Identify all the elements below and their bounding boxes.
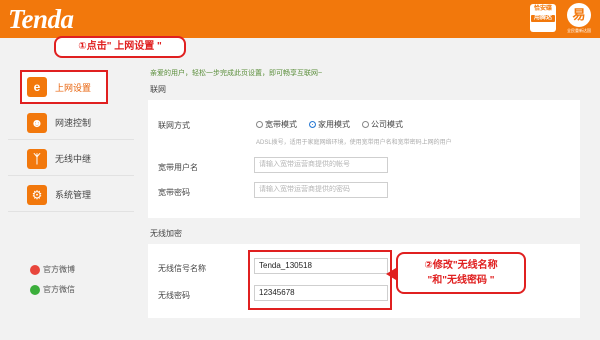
mode-label: 家用模式 — [318, 120, 350, 129]
step2-line2: "和"无线密码 " — [427, 275, 495, 286]
conn-mode-radio-group: 宽带模式 家用模式 公司模式 — [256, 119, 415, 130]
net-section-title: 联网 — [150, 85, 166, 94]
radio-dot — [256, 121, 263, 128]
mode-broadband-radio[interactable]: 宽带模式 — [256, 119, 297, 130]
wechat-icon — [30, 284, 40, 295]
mode-label: 宽带模式 — [265, 120, 297, 129]
wireless-pass-label: 无线密码 — [158, 291, 190, 300]
sidebar-item-internet-settings[interactable]: e 上网设置 — [20, 70, 108, 104]
weibo-icon — [30, 264, 40, 275]
intro-text: 亲爱的用户，轻松一步完成此页设置，即可畅享互联网~ — [150, 70, 323, 77]
conn-mode-label: 联网方式 — [158, 121, 190, 130]
broadband-pass-input[interactable]: 请输入宽带运营商提供的密码 — [254, 182, 388, 198]
sidebar-item-label: 网速控制 — [55, 118, 92, 128]
highlight-box — [248, 250, 392, 310]
mode-home-radio[interactable]: 家用模式 — [309, 119, 350, 130]
wireless-section-title: 无线加密 — [150, 229, 182, 238]
sidebar-item-system-management[interactable]: ⚙ 系统管理 — [8, 178, 134, 212]
broadband-user-input[interactable]: 请输入宽带运营商提供的帐号 — [254, 157, 388, 173]
step2-arrow — [386, 268, 396, 280]
step1-callout: ①点击" 上网设置 " — [54, 36, 186, 58]
wechat-label: 官方微信 — [43, 285, 75, 294]
step2-line1: ②修改"无线名称 — [424, 260, 498, 271]
radio-dot-selected — [309, 121, 316, 128]
tenda-logo[interactable]: Tenda — [8, 4, 74, 35]
sidebar-item-label: 无线中继 — [55, 154, 92, 164]
brand-mark[interactable]: 易 全民重新达国 — [564, 3, 594, 35]
adsl-note: ADSL拨号，适用于家庭网络环境，使用宽带用户名和宽带密码上网的用户 — [256, 140, 452, 146]
wechat-link[interactable]: 官方微信 — [30, 284, 75, 295]
mode-label: 公司模式 — [371, 120, 403, 129]
relay-icon: ᛉ — [27, 148, 47, 169]
promo-badge[interactable]: 恰安碟 用腾达 — [530, 4, 556, 32]
radio-dot — [362, 121, 369, 128]
brand-mark-subtitle: 全民重新达国 — [567, 28, 591, 33]
ssid-label: 无线信号名称 — [158, 264, 206, 273]
promo-badge-line2: 用腾达 — [531, 15, 555, 23]
sidebar-item-label: 上网设置 — [55, 82, 92, 93]
sidebar-item-label: 系统管理 — [55, 190, 92, 200]
e-icon: e — [27, 77, 47, 97]
app-header: Tenda 恰安碟 用腾达 易 全民重新达国 — [0, 0, 600, 38]
weibo-link[interactable]: 官方微博 — [30, 264, 75, 275]
broadband-pass-label: 宽带密码 — [158, 188, 190, 197]
sidebar-item-speed-control[interactable]: ☻ 网速控制 — [8, 106, 134, 140]
weibo-label: 官方微博 — [43, 265, 75, 274]
promo-badge-line1: 恰安碟 — [533, 6, 552, 12]
gear-icon: ⚙ — [27, 184, 47, 205]
brand-mark-icon: 易 — [567, 3, 591, 27]
broadband-user-label: 宽带用户名 — [158, 163, 198, 172]
sidebar-item-wireless-relay[interactable]: ᛉ 无线中继 — [8, 142, 134, 176]
mode-company-radio[interactable]: 公司模式 — [362, 119, 403, 130]
step2-callout: ②修改"无线名称 "和"无线密码 " — [396, 252, 526, 294]
users-icon: ☻ — [27, 112, 47, 133]
